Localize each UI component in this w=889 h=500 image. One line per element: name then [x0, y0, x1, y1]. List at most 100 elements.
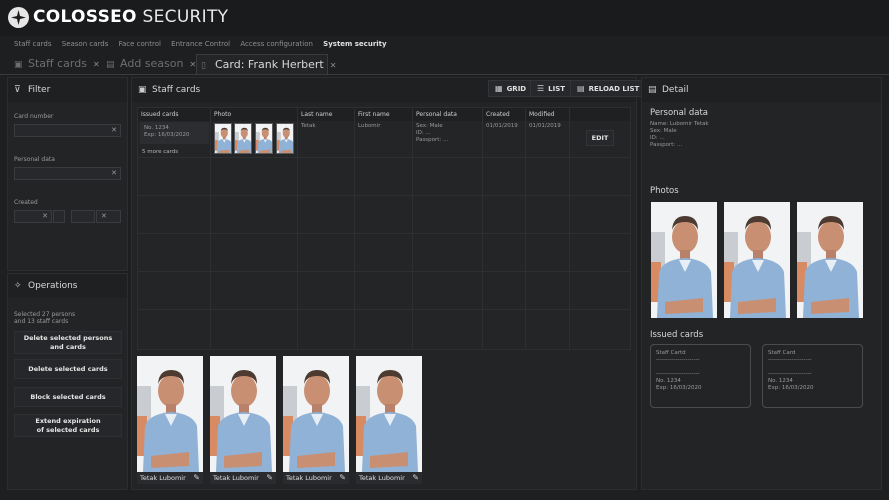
- col-first-name[interactable]: First name: [355, 108, 413, 121]
- clear-icon[interactable]: ✕: [111, 169, 117, 177]
- personal-data-block: Name: Lubomir Tetak Sex: Male ID: ... Pa…: [650, 121, 709, 148]
- last-name-cell: Tetak: [301, 123, 316, 129]
- pencil-icon[interactable]: ✎: [339, 473, 346, 482]
- passport-cell: Passport: ...: [416, 137, 449, 143]
- col-created[interactable]: Created: [483, 108, 526, 121]
- photo-thumbnail[interactable]: [234, 123, 252, 154]
- created-from-input[interactable]: ✕: [14, 210, 52, 223]
- col-modified[interactable]: Modified: [526, 108, 570, 121]
- personal-data-label: Personal data: [14, 156, 55, 163]
- grid-line: [210, 121, 211, 350]
- grid-line: [138, 233, 630, 234]
- nav-face-control[interactable]: Face control: [119, 40, 161, 48]
- reload-list-button[interactable]: ▤ RELOAD LIST: [570, 80, 647, 97]
- grid-icon: ▦: [495, 84, 503, 93]
- detail-photo[interactable]: [651, 202, 717, 318]
- pencil-icon[interactable]: ✎: [193, 473, 200, 482]
- app-header: COLOSSEO SECURITY: [0, 0, 889, 36]
- close-icon[interactable]: ✕: [330, 61, 337, 70]
- tab-divider: [0, 74, 889, 75]
- selection-summary: Selected 27 persons and 13 staff cards: [14, 311, 76, 325]
- card-name: Tetak Lubomir: [359, 474, 405, 482]
- grid-line: [138, 309, 630, 310]
- logo-icon: [8, 7, 29, 28]
- card-number: No. 1234: [144, 125, 169, 131]
- magic-wand-icon: ✧: [14, 281, 22, 291]
- app-title: COLOSSEO SECURITY: [33, 7, 229, 27]
- personal-data-input[interactable]: ✕: [14, 167, 121, 180]
- col-last-name[interactable]: Last name: [298, 108, 355, 121]
- grid-line: [297, 121, 298, 350]
- add-card-icon: ▤: [106, 60, 115, 70]
- more-cards-link[interactable]: 5 more cards: [142, 149, 178, 156]
- staff-photo: [283, 356, 349, 472]
- col-issued-cards[interactable]: Issued cards: [138, 108, 211, 121]
- created-to-input[interactable]: [71, 210, 95, 223]
- detail-photo[interactable]: [724, 202, 790, 318]
- col-actions: [570, 108, 630, 121]
- staff-card-tile[interactable]: Tetak Lubomir ✎: [210, 356, 276, 484]
- nav-staff-cards[interactable]: Staff cards: [14, 40, 52, 48]
- pencil-icon[interactable]: ✎: [412, 473, 419, 482]
- nav-season-cards[interactable]: Season cards: [62, 40, 109, 48]
- clear-icon[interactable]: ✕: [42, 212, 48, 220]
- photo-thumbnail[interactable]: [276, 123, 294, 154]
- pencil-icon[interactable]: ✎: [266, 473, 273, 482]
- grid-line: [354, 121, 355, 350]
- created-to-calendar[interactable]: ✕: [96, 210, 121, 223]
- detail-photo[interactable]: [797, 202, 863, 318]
- grid-line: [138, 271, 630, 272]
- clear-icon[interactable]: ✕: [111, 126, 117, 134]
- nav-access-configuration[interactable]: Access configuration: [240, 40, 313, 48]
- extend-expiration-button[interactable]: Extend expiration of selected cards: [14, 414, 122, 437]
- col-personal-data[interactable]: Personal data: [413, 108, 483, 121]
- id-card-icon: ▣: [14, 60, 23, 70]
- tab-card-frank-herbert[interactable]: ▯ Card: Frank Herbert ✕: [196, 54, 336, 74]
- top-navigation: Staff cards Season cards Face control En…: [14, 40, 395, 48]
- issued-cards-title: Issued cards: [650, 330, 704, 340]
- staff-card-tile[interactable]: Tetak Lubomir ✎: [283, 356, 349, 484]
- tab-add-season[interactable]: ▤ Add season ✕: [102, 54, 196, 74]
- card-name: Tetak Lubomir: [213, 474, 259, 482]
- filter-header: ⊽ Filter: [8, 78, 127, 102]
- col-photo[interactable]: Photo: [211, 108, 298, 121]
- delete-persons-and-cards-button[interactable]: Delete selected persons and cards: [14, 331, 122, 354]
- grid-line: [525, 121, 526, 350]
- created-from-calendar[interactable]: [53, 210, 65, 223]
- edit-button[interactable]: EDIT: [586, 130, 614, 146]
- clear-icon[interactable]: ✕: [101, 212, 107, 220]
- tab-staff-cards[interactable]: ▣ Staff cards ✕: [10, 54, 100, 74]
- sex-cell: Sex: Male: [416, 123, 443, 129]
- detail-header: ▤ Detail: [642, 78, 881, 102]
- photo-thumbnail[interactable]: [214, 123, 232, 154]
- grid-view-button[interactable]: ▦ GRID: [488, 80, 534, 97]
- staff-table: Issued cards Photo Last name First name …: [137, 107, 631, 350]
- delete-selected-cards-button[interactable]: Delete selected cards: [14, 359, 122, 379]
- card-number-label: Card number: [14, 113, 54, 120]
- list-view-button[interactable]: ☰ LIST: [530, 80, 573, 97]
- operations-panel: ✧ Operations: [7, 273, 128, 490]
- created-cell: 01/01/2019: [486, 123, 518, 129]
- card-name: Tetak Lubomir: [140, 474, 186, 482]
- nav-system-security[interactable]: System security: [323, 40, 386, 48]
- id-cell: ID: ...: [416, 130, 431, 136]
- photo-thumbnail[interactable]: [255, 123, 273, 154]
- grid-line: [138, 195, 630, 196]
- list-icon: ☰: [537, 84, 545, 93]
- nav-entrance-control[interactable]: Entrance Control: [171, 40, 230, 48]
- staff-card-tile[interactable]: Tetak Lubomir ✎: [137, 356, 203, 484]
- modified-cell: 01/01/2019: [529, 123, 561, 129]
- detail-icon: ▤: [648, 85, 657, 95]
- grid-line: [482, 121, 483, 350]
- block-selected-cards-button[interactable]: Block selected cards: [14, 387, 122, 407]
- close-icon[interactable]: ✕: [93, 60, 100, 69]
- photos-title: Photos: [650, 186, 679, 196]
- issued-card[interactable]: Staff Cartd ---------------------- -----…: [650, 344, 751, 408]
- issued-card[interactable]: Staff Card ---------------------- ------…: [762, 344, 863, 408]
- personal-data-title: Personal data: [650, 108, 708, 118]
- card-number-input[interactable]: ✕: [14, 124, 121, 137]
- tab-bar: ▣ Staff cards ✕ ▤ Add season ✕ ▯ Card: Frank …: [6, 54, 886, 74]
- staff-photo: [210, 356, 276, 472]
- staff-photo: [356, 356, 422, 472]
- staff-card-tile[interactable]: Tetak Lubomir ✎: [356, 356, 422, 484]
